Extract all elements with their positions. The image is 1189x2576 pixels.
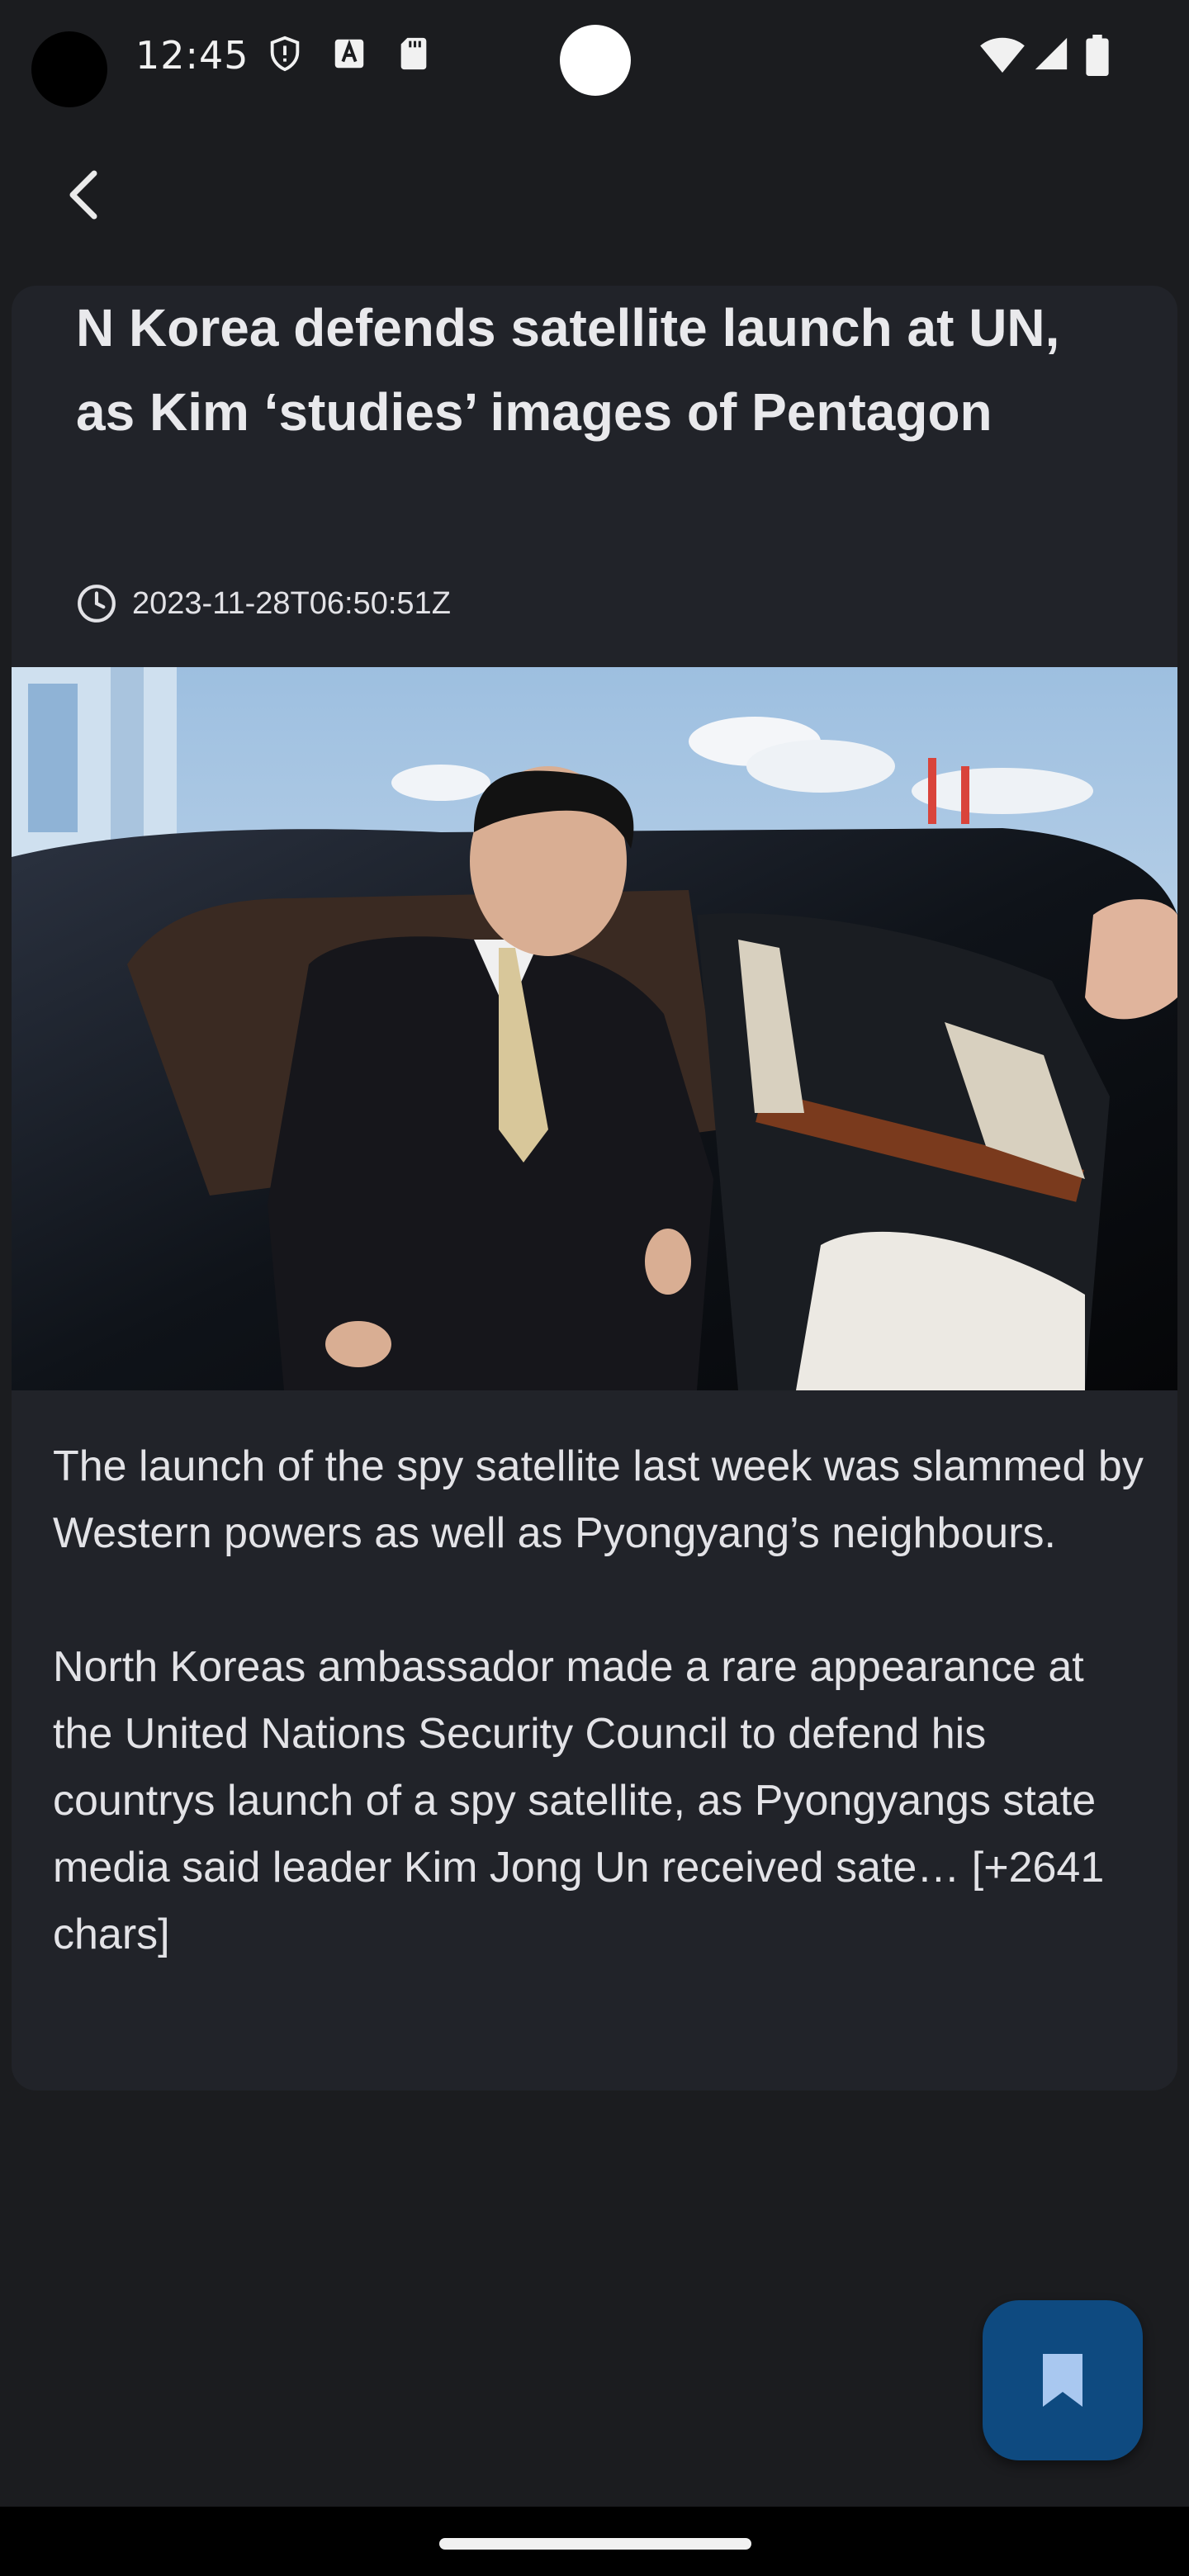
clock-icon [78, 585, 116, 623]
battery-icon [1086, 35, 1109, 76]
camera-cutout [560, 25, 631, 96]
article-paragraph: The launch of the spy satellite last wee… [53, 1442, 1144, 1557]
signal-icon [1035, 37, 1068, 70]
article-card: N Korea defends satellite launch at UN, … [12, 286, 1177, 2091]
chevron-left-icon [69, 170, 97, 220]
article-body: The launch of the spy satellite last wee… [53, 1433, 1151, 2035]
publish-time: 2023-11-28T06:50:51Z [76, 583, 451, 624]
back-button[interactable] [50, 162, 116, 228]
status-clock: 12:45 [135, 33, 249, 78]
home-handle[interactable] [439, 2538, 751, 2550]
article-paragraph: North Koreas ambassador made a rare appe… [53, 1643, 1105, 1958]
status-bar: 12:45 [0, 0, 1189, 116]
a-badge-icon [334, 39, 364, 69]
front-camera [31, 31, 107, 107]
shield-icon [270, 36, 300, 72]
bookmark-icon [1043, 2354, 1082, 2407]
article-image [12, 667, 1177, 1390]
article-title: N Korea defends satellite launch at UN, … [76, 298, 1060, 442]
publish-date: 2023-11-28T06:50:51Z [132, 585, 451, 621]
wifi-icon [980, 37, 1025, 73]
sd-card-icon [400, 37, 427, 70]
bookmark-button[interactable] [983, 2300, 1143, 2460]
